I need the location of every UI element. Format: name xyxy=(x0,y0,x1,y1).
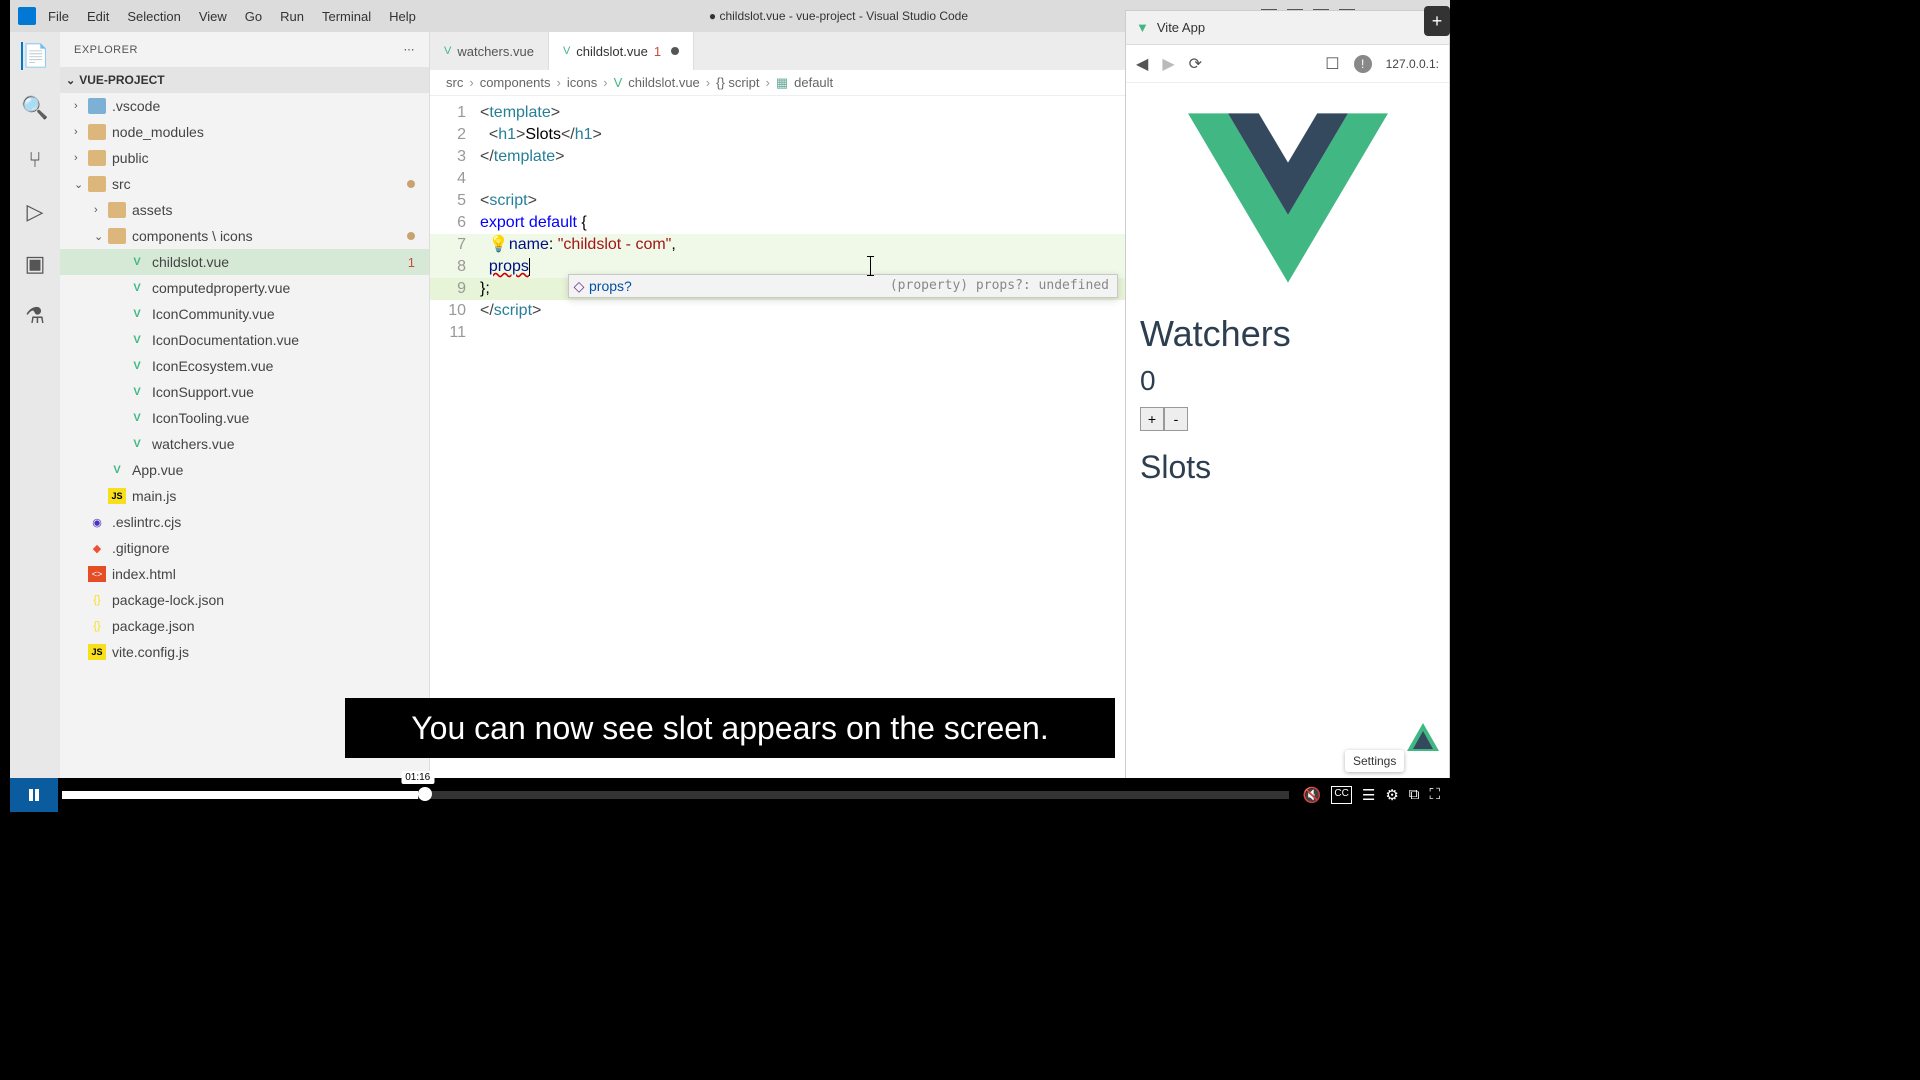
tree-item[interactable]: ›public xyxy=(60,145,429,171)
tree-item[interactable]: ⌄components \ icons xyxy=(60,223,429,249)
tree-item[interactable]: {}package.json xyxy=(60,613,429,639)
breadcrumb-item[interactable]: default xyxy=(794,75,833,90)
site-info-icon[interactable]: ! xyxy=(1354,55,1372,73)
back-icon[interactable]: ◀ xyxy=(1136,54,1148,74)
explorer-sidebar: EXPLORER ⋯ ⌄ VUE-PROJECT ›.vscode›node_m… xyxy=(60,32,430,812)
tree-item[interactable]: <>index.html xyxy=(60,561,429,587)
decrement-button[interactable]: - xyxy=(1164,407,1188,431)
testing-icon[interactable]: ⚗ xyxy=(21,302,49,330)
vue-logo-icon xyxy=(1188,113,1388,283)
file-tree: ›.vscode›node_modules›public⌄src›assets⌄… xyxy=(60,93,429,665)
cc-icon[interactable]: CC xyxy=(1331,786,1351,804)
tree-item[interactable]: ›assets xyxy=(60,197,429,223)
video-caption: You can now see slot appears on the scre… xyxy=(345,698,1115,758)
breadcrumb-item[interactable]: src xyxy=(446,75,463,90)
breadcrumb-item[interactable]: {} script xyxy=(716,75,759,90)
menu-terminal[interactable]: Terminal xyxy=(322,9,371,24)
editor-tab[interactable]: Vwatchers.vue xyxy=(430,32,549,70)
vue-cursor-icon xyxy=(1403,719,1443,759)
debug-icon[interactable]: ▷ xyxy=(21,198,49,226)
source-control-icon[interactable]: ⑂ xyxy=(21,146,49,174)
project-name: VUE-PROJECT xyxy=(79,73,164,87)
tree-item[interactable]: JSvite.config.js xyxy=(60,639,429,665)
menu-help[interactable]: Help xyxy=(389,9,416,24)
activity-bar: 📄 🔍 ⑂ ▷ ▣ ⚗ xyxy=(10,32,60,812)
counter-buttons: +- xyxy=(1140,407,1435,431)
tree-item[interactable]: ⌄src xyxy=(60,171,429,197)
time-tooltip: 01:16 xyxy=(401,771,434,784)
property-icon: ◇ xyxy=(569,275,589,297)
counter-value: 0 xyxy=(1140,365,1435,397)
new-tab-button[interactable]: + xyxy=(1424,6,1450,36)
tree-item[interactable]: VIconCommunity.vue xyxy=(60,301,429,327)
menu-selection[interactable]: Selection xyxy=(127,9,180,24)
tree-item[interactable]: Vcomputedproperty.vue xyxy=(60,275,429,301)
video-controls: 01:16 🔇 CC ☰ ⚙ ⧉ ⛶ xyxy=(10,778,1450,812)
tree-item[interactable]: ›node_modules xyxy=(60,119,429,145)
tree-item[interactable]: {}package-lock.json xyxy=(60,587,429,613)
suggest-detail: (property) props?: undefined xyxy=(890,275,1117,297)
tree-item[interactable]: Vchildslot.vue1 xyxy=(60,249,429,275)
tree-item[interactable]: Vwatchers.vue xyxy=(60,431,429,457)
tree-item[interactable]: ›.vscode xyxy=(60,93,429,119)
reload-icon[interactable]: ⟳ xyxy=(1189,54,1202,74)
tree-item[interactable]: JSmain.js xyxy=(60,483,429,509)
tree-item[interactable]: ◆.gitignore xyxy=(60,535,429,561)
menu-file[interactable]: File xyxy=(48,9,69,24)
explorer-header: EXPLORER ⋯ xyxy=(60,32,429,67)
more-icon[interactable]: ⋯ xyxy=(404,43,416,56)
progress-fill xyxy=(62,791,418,799)
video-right-controls: 🔇 CC ☰ ⚙ ⧉ ⛶ xyxy=(1293,786,1450,804)
transcript-icon[interactable]: ☰ xyxy=(1362,786,1375,804)
breadcrumb-item[interactable]: icons xyxy=(567,75,597,90)
increment-button[interactable]: + xyxy=(1140,407,1164,431)
breadcrumb-item[interactable]: childslot.vue xyxy=(628,75,700,90)
watchers-heading: Watchers xyxy=(1140,313,1435,355)
project-root[interactable]: ⌄ VUE-PROJECT xyxy=(60,67,429,93)
menu-go[interactable]: Go xyxy=(245,9,262,24)
settings-tooltip: Settings xyxy=(1345,750,1404,772)
browser-toolbar: ◀ ▶ ⟳ ☐ ! 127.0.0.1: xyxy=(1126,45,1449,83)
suggest-label: props? xyxy=(589,275,632,298)
editor-tab[interactable]: Vchildslot.vue 1 xyxy=(549,32,694,70)
browser-viewport: Watchers 0 +- Slots xyxy=(1126,83,1449,506)
breadcrumb-item[interactable]: components xyxy=(480,75,551,90)
tree-item[interactable]: VIconDocumentation.vue xyxy=(60,327,429,353)
menu-run[interactable]: Run xyxy=(280,9,304,24)
settings-icon[interactable]: ⚙ xyxy=(1385,786,1398,804)
bookmark-icon[interactable]: ☐ xyxy=(1325,54,1339,74)
extensions-icon[interactable]: ▣ xyxy=(21,250,49,278)
browser-tab[interactable]: ▼ Vite App × xyxy=(1126,11,1449,45)
tree-item[interactable]: VIconTooling.vue xyxy=(60,405,429,431)
search-icon[interactable]: 🔍 xyxy=(21,94,49,122)
tree-item[interactable]: VIconEcosystem.vue xyxy=(60,353,429,379)
pause-button[interactable] xyxy=(10,778,58,812)
menu-bar: File Edit Selection View Go Run Terminal Help xyxy=(48,9,416,24)
tree-item[interactable]: VIconSupport.vue xyxy=(60,379,429,405)
menu-edit[interactable]: Edit xyxy=(87,9,109,24)
text-cursor-icon xyxy=(870,256,871,276)
chevron-down-icon: ⌄ xyxy=(66,74,75,87)
mute-icon[interactable]: 🔇 xyxy=(1303,786,1322,804)
browser-window: ▼ Vite App × ◀ ▶ ⟳ ☐ ! 127.0.0.1: Watche… xyxy=(1125,10,1450,800)
progress-knob[interactable] xyxy=(418,787,432,801)
slots-heading: Slots xyxy=(1140,449,1435,486)
menu-view[interactable]: View xyxy=(199,9,227,24)
tree-item[interactable]: VApp.vue xyxy=(60,457,429,483)
browser-tab-title: Vite App xyxy=(1157,20,1205,35)
forward-icon[interactable]: ▶ xyxy=(1162,54,1174,74)
tree-item[interactable]: ◉.eslintrc.cjs xyxy=(60,509,429,535)
pip-icon[interactable]: ⧉ xyxy=(1409,786,1420,804)
fullscreen-icon[interactable]: ⛶ xyxy=(1429,786,1440,804)
explorer-title: EXPLORER xyxy=(74,44,138,56)
vite-favicon-icon: ▼ xyxy=(1136,20,1149,35)
address-bar[interactable]: 127.0.0.1: xyxy=(1386,57,1439,71)
progress-bar[interactable]: 01:16 xyxy=(62,791,1289,799)
explorer-icon[interactable]: 📄 xyxy=(21,42,49,70)
vscode-logo-icon xyxy=(18,7,36,25)
intellisense-popup[interactable]: ◇ props? (property) props?: undefined xyxy=(568,274,1118,298)
